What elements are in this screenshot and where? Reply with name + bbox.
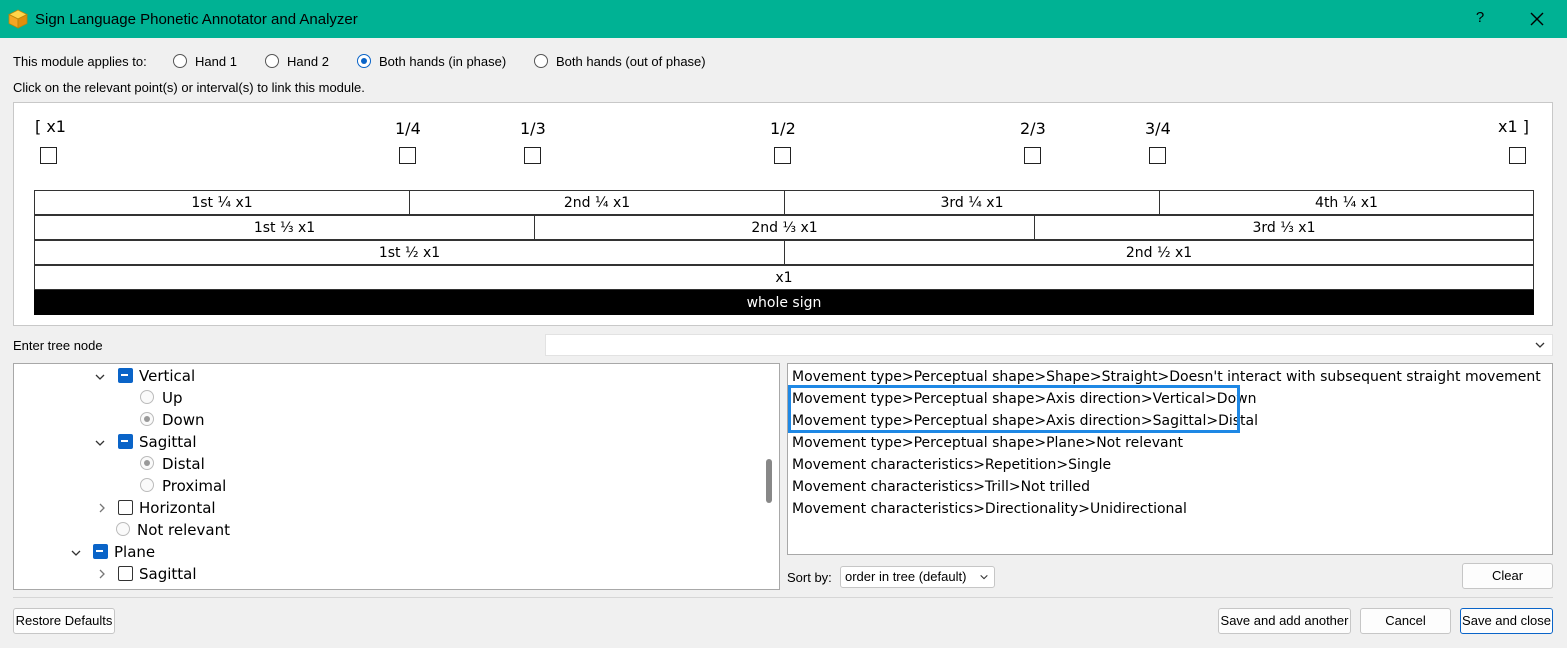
list-item[interactable]: Movement characteristics>Trill>Not trill… [792, 476, 1090, 498]
both-out-phase-radio[interactable] [534, 54, 548, 68]
list-item[interactable]: Movement type>Perceptual shape>Shape>Str… [792, 366, 1541, 388]
interval-half-2[interactable]: 2nd ½ x1 [784, 240, 1534, 265]
hand1-label[interactable]: Hand 1 [195, 54, 237, 69]
interval-whole-sign[interactable]: whole sign [34, 290, 1534, 315]
tree-item-sagittal[interactable]: Sagittal [139, 431, 197, 453]
point-checkbox-quarter[interactable] [399, 147, 416, 164]
point-label-half: 1/2 [770, 119, 796, 138]
point-checkbox-three-quarters[interactable] [1149, 147, 1166, 164]
both-in-phase-label[interactable]: Both hands (in phase) [379, 54, 506, 69]
point-checkbox-end[interactable] [1509, 147, 1526, 164]
not-relevant-radio[interactable] [116, 522, 130, 536]
applies-label: This module applies to: [13, 54, 147, 69]
point-label-start: [ x1 [35, 117, 66, 136]
point-label-third: 1/3 [520, 119, 546, 138]
up-radio[interactable] [140, 390, 154, 404]
chevron-down-icon[interactable] [94, 437, 106, 449]
tree-node-label: Enter tree node [13, 338, 103, 353]
both-in-phase-radio[interactable] [357, 54, 371, 68]
selections-list[interactable]: Movement type>Perceptual shape>Shape>Str… [787, 363, 1553, 555]
tree-item-plane-sagittal[interactable]: Sagittal [139, 563, 197, 585]
window-title: Sign Language Phonetic Annotator and Ana… [35, 11, 358, 28]
point-label-two-thirds: 2/3 [1020, 119, 1046, 138]
point-checkbox-two-thirds[interactable] [1024, 147, 1041, 164]
interval-quarter-2[interactable]: 2nd ¼ x1 [409, 190, 785, 215]
hand2-label[interactable]: Hand 2 [287, 54, 329, 69]
plane-checkbox[interactable] [93, 544, 108, 559]
chevron-right-icon[interactable] [96, 502, 108, 514]
tree-item-up[interactable]: Up [162, 387, 183, 409]
interval-third-1[interactable]: 1st ⅓ x1 [34, 215, 535, 240]
both-out-phase-label[interactable]: Both hands (out of phase) [556, 54, 706, 69]
tree-item-horizontal[interactable]: Horizontal [139, 497, 216, 519]
clear-button[interactable]: Clear [1462, 563, 1553, 589]
chevron-down-icon[interactable] [94, 371, 106, 383]
list-item[interactable]: Movement characteristics>Directionality>… [792, 498, 1187, 520]
interval-quarter-1[interactable]: 1st ¼ x1 [34, 190, 410, 215]
point-checkbox-start[interactable] [40, 147, 57, 164]
tree-item-not-relevant[interactable]: Not relevant [137, 519, 230, 541]
point-label-quarter: 1/4 [395, 119, 421, 138]
sort-label: Sort by: [787, 570, 832, 585]
tree-item-down[interactable]: Down [162, 409, 205, 431]
instruction-text: Click on the relevant point(s) or interv… [13, 80, 365, 95]
chevron-down-icon [980, 574, 988, 580]
hand1-radio[interactable] [173, 54, 187, 68]
point-checkbox-half[interactable] [774, 147, 791, 164]
tree-scrollbar-thumb[interactable] [766, 459, 772, 503]
proximal-radio[interactable] [140, 478, 154, 492]
chevron-down-icon[interactable] [1534, 339, 1546, 351]
distal-radio[interactable] [140, 456, 154, 470]
list-item[interactable]: Movement type>Perceptual shape>Axis dire… [792, 388, 1256, 410]
save-add-another-button[interactable]: Save and add another [1218, 608, 1351, 634]
hand2-radio[interactable] [265, 54, 279, 68]
sort-select[interactable]: order in tree (default) [840, 566, 995, 588]
tree-item-vertical[interactable]: Vertical [139, 365, 195, 387]
save-close-button[interactable]: Save and close [1460, 608, 1553, 634]
point-label-three-quarters: 3/4 [1145, 119, 1171, 138]
list-item[interactable]: Movement type>Perceptual shape>Axis dire… [792, 410, 1258, 432]
vertical-checkbox[interactable] [118, 368, 133, 383]
tree-panel[interactable]: Vertical Up Down Sagittal Distal Proxima… [13, 363, 780, 590]
chevron-right-icon[interactable] [96, 568, 108, 580]
tree-item-distal[interactable]: Distal [162, 453, 205, 475]
interval-third-2[interactable]: 2nd ⅓ x1 [534, 215, 1035, 240]
interval-half-1[interactable]: 1st ½ x1 [34, 240, 785, 265]
point-label-end: x1 ] [1498, 117, 1529, 136]
sort-select-value: order in tree (default) [845, 569, 967, 584]
help-button[interactable]: ? [1470, 9, 1490, 29]
interval-whole[interactable]: x1 [34, 265, 1534, 290]
chevron-down-icon[interactable] [70, 547, 82, 559]
interval-quarter-4[interactable]: 4th ¼ x1 [1159, 190, 1534, 215]
restore-defaults-button[interactable]: Restore Defaults [13, 608, 115, 634]
divider [13, 597, 1553, 598]
down-radio[interactable] [140, 412, 154, 426]
close-icon[interactable] [1526, 8, 1548, 30]
plane-sagittal-checkbox[interactable] [118, 566, 133, 581]
list-item[interactable]: Movement type>Perceptual shape>Plane>Not… [792, 432, 1183, 454]
timeline-panel: [ x1 1/4 1/3 1/2 2/3 3/4 x1 ] 1st ¼ x1 2… [13, 102, 1553, 326]
cancel-button[interactable]: Cancel [1360, 608, 1451, 634]
horizontal-checkbox[interactable] [118, 500, 133, 515]
tree-item-proximal[interactable]: Proximal [162, 475, 226, 497]
tree-item-plane[interactable]: Plane [114, 541, 155, 563]
tree-node-combobox[interactable] [545, 334, 1553, 356]
interval-third-3[interactable]: 3rd ⅓ x1 [1034, 215, 1534, 240]
title-bar: Sign Language Phonetic Annotator and Ana… [0, 0, 1567, 38]
interval-quarter-3[interactable]: 3rd ¼ x1 [784, 190, 1160, 215]
sagittal-checkbox[interactable] [118, 434, 133, 449]
list-item[interactable]: Movement characteristics>Repetition>Sing… [792, 454, 1111, 476]
point-checkbox-third[interactable] [524, 147, 541, 164]
app-cube-icon [8, 9, 28, 29]
